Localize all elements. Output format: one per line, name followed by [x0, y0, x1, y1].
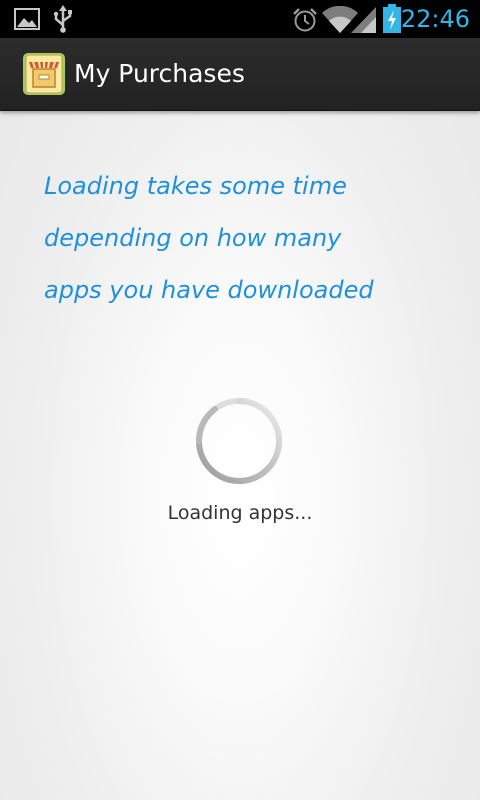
loading-label: Loading apps... — [167, 502, 313, 524]
screen: 22:46 My Purchases Loading takes some ti… — [0, 0, 480, 800]
usb-icon — [53, 5, 72, 33]
status-time: 22:46 — [400, 5, 470, 33]
battery-charging-icon — [383, 4, 401, 33]
store-icon[interactable] — [22, 52, 66, 96]
gallery-notification-icon — [14, 8, 40, 30]
hint-line: Loading takes some time — [44, 172, 347, 200]
action-bar: My Purchases — [0, 38, 480, 111]
app-title: My Purchases — [74, 59, 245, 88]
loading-hint: Loading takes some time depending on how… — [44, 160, 464, 316]
status-bar: 22:46 — [0, 0, 480, 38]
hint-line: apps you have downloaded — [44, 276, 374, 304]
signal-icon — [351, 7, 376, 33]
hint-line: depending on how many — [44, 224, 342, 252]
progress-spinner-icon — [196, 398, 282, 484]
alarm-clock-icon — [293, 8, 317, 32]
